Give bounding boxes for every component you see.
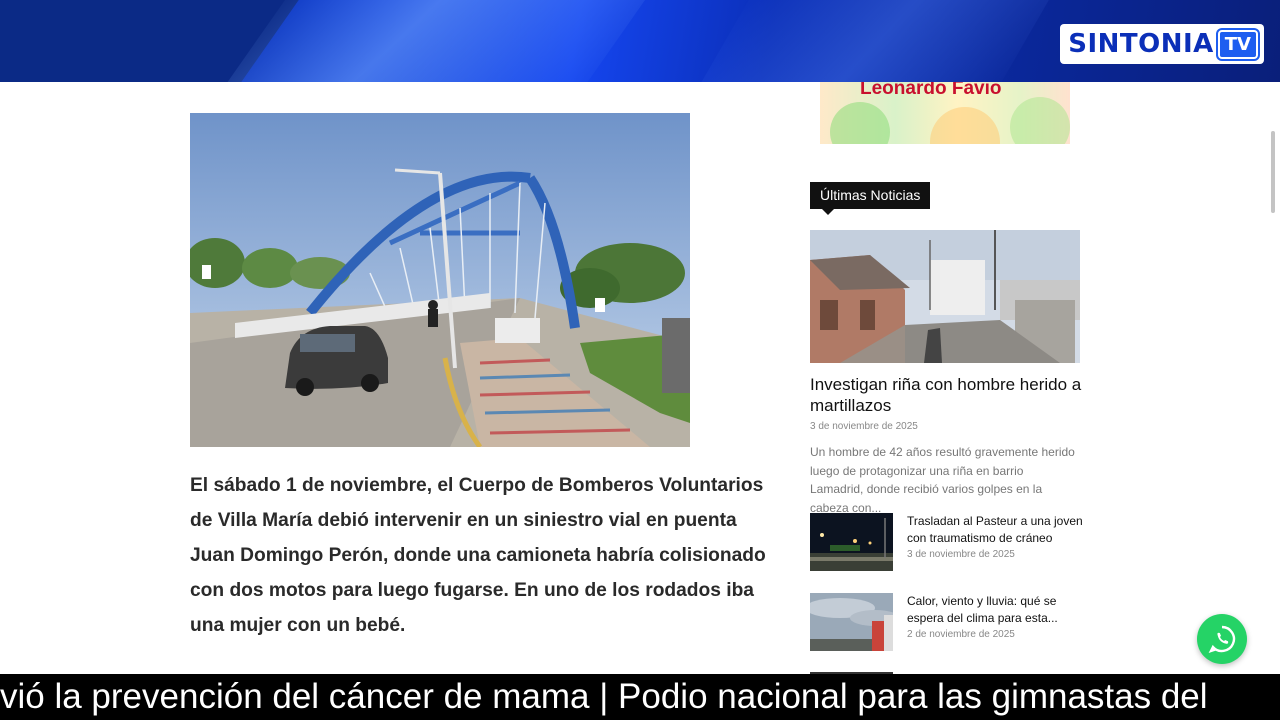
cloudy-sky-photo — [810, 593, 893, 651]
featured-news-title[interactable]: Investigan riña con hombre herido a mart… — [810, 374, 1085, 416]
banner-decoration — [679, 0, 1061, 82]
ad-decoration — [1010, 97, 1070, 144]
news-item-date: 2 de noviembre de 2025 — [907, 629, 1015, 640]
featured-news-excerpt: Un hombre de 42 años resultó gravemente … — [810, 445, 1075, 515]
news-item-title[interactable]: Trasladan al Pasteur a una joven con tra… — [907, 513, 1085, 546]
news-item-title[interactable]: Calor, viento y lluvia: qué se espera de… — [907, 593, 1085, 626]
night-street-photo — [810, 513, 893, 571]
sidebar-ad[interactable]: Leonardo Favio — [820, 82, 1070, 144]
scrollbar-thumb[interactable] — [1271, 131, 1275, 213]
featured-news-image[interactable] — [810, 230, 1080, 363]
section-title-latest-news: Últimas Noticias — [810, 182, 931, 215]
ticker-text: vió la prevención del cáncer de mama | P… — [0, 677, 1208, 716]
bridge-photo — [190, 113, 690, 447]
featured-news-date: 3 de noviembre de 2025 — [810, 421, 918, 432]
ad-decoration — [930, 107, 1000, 144]
ad-text: Leonardo Favio — [860, 82, 1002, 99]
ad-decoration — [830, 102, 890, 144]
top-banner: SINTONIA TV — [0, 0, 1280, 82]
news-item-date: 3 de noviembre de 2025 — [907, 549, 1015, 560]
article-body: El sábado 1 de noviembre, el Cuerpo de B… — [190, 475, 766, 636]
news-thumbnail[interactable] — [810, 593, 893, 651]
news-ticker: vió la prevención del cáncer de mama | P… — [0, 674, 1280, 720]
whatsapp-button[interactable] — [1197, 614, 1247, 664]
news-thumbnail[interactable] — [810, 513, 893, 571]
logo-text: SINTONIA — [1068, 29, 1214, 59]
article-image — [190, 113, 690, 447]
site-logo[interactable]: SINTONIA TV — [1060, 24, 1264, 64]
street-photo — [810, 230, 1080, 363]
logo-tv-badge: TV — [1217, 29, 1258, 59]
whatsapp-icon — [1208, 625, 1236, 654]
